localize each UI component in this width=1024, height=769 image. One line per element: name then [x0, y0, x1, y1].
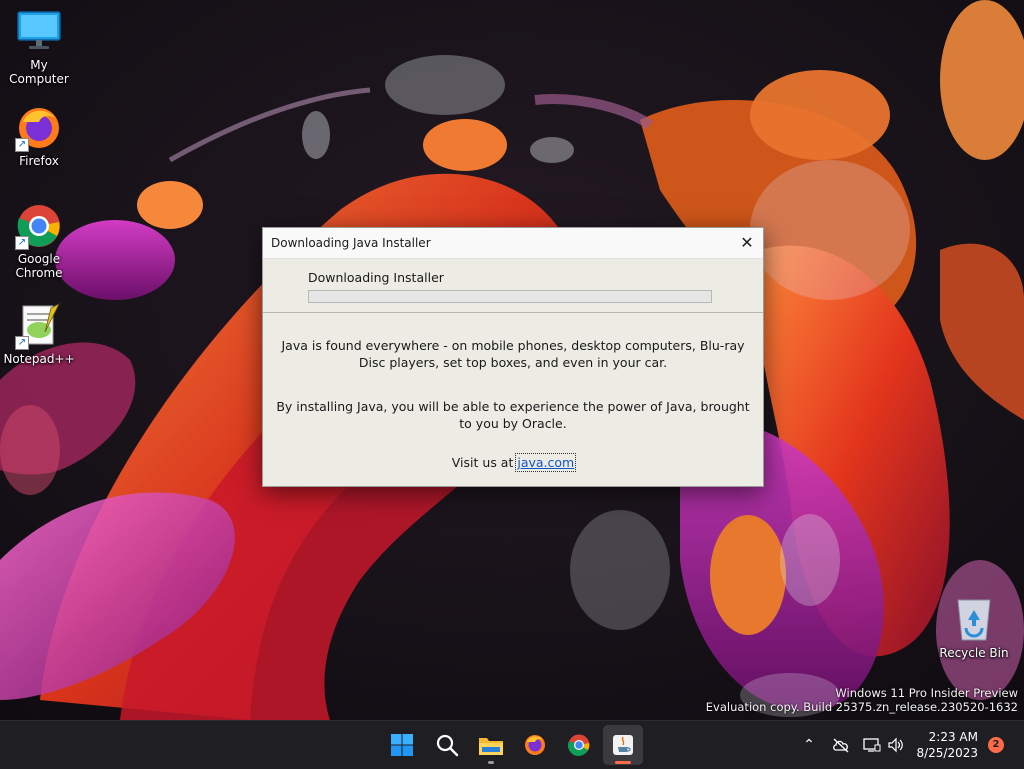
watermark-build: Evaluation copy. Build 25375.zn_release.… [705, 700, 1018, 714]
desktop-icon-recycle-bin[interactable]: Recycle Bin [935, 596, 1013, 660]
desktop-icon-google-chrome[interactable]: ↗ Google Chrome [0, 202, 78, 280]
notification-badge[interactable]: 2 [988, 737, 1004, 753]
visit-us-line: Visit us at java.com [263, 453, 763, 472]
desktop-icon-my-computer[interactable]: My Computer [0, 8, 78, 86]
firefox-icon [525, 735, 545, 755]
taskbar: ⌃ 2:23 AM 8/25/2023 2 [0, 720, 1024, 769]
cloud-offline-icon [833, 738, 849, 753]
notepad-plus-plus-icon: ↗ [15, 302, 63, 350]
chrome-icon: ↗ [15, 202, 63, 250]
java-com-link[interactable]: java.com [515, 453, 577, 472]
folder-icon [479, 738, 503, 755]
desktop-icon-label: Firefox [19, 154, 59, 168]
desktop-icon-label: Recycle Bin [939, 646, 1009, 660]
java-info-paragraph: Java is found everywhere - on mobile pho… [281, 338, 745, 370]
taskbar-firefox-button[interactable] [515, 725, 555, 765]
taskbar-clock[interactable]: 2:23 AM 8/25/2023 [916, 729, 978, 761]
watermark-edition: Windows 11 Pro Insider Preview [835, 686, 1018, 700]
volume-icon [888, 737, 903, 753]
monitor-icon [15, 8, 63, 56]
windows-build-watermark: Windows 11 Pro Insider Preview Evaluatio… [706, 686, 1018, 714]
clock-time: 2:23 AM [928, 730, 978, 744]
desktop-icon-label: My Computer [9, 58, 69, 86]
desktop-icon-firefox[interactable]: ↗ Firefox [0, 104, 78, 168]
active-indicator [615, 761, 631, 764]
firefox-icon: ↗ [15, 104, 63, 152]
oracle-info-paragraph: By installing Java, you will be able to … [276, 399, 750, 431]
windows-start-icon [391, 734, 413, 756]
clock-date: 8/25/2023 [916, 746, 978, 760]
close-icon[interactable]: ✕ [731, 228, 763, 258]
recycle-bin-icon [950, 596, 998, 644]
shortcut-arrow-icon: ↗ [15, 336, 29, 350]
java-installer-dialog: Downloading Java Installer ✕ Downloading… [262, 227, 764, 487]
java-icon [613, 735, 633, 755]
shortcut-arrow-icon: ↗ [15, 236, 29, 250]
tray-display-network-button[interactable] [860, 721, 884, 769]
taskbar-search-button[interactable] [427, 725, 467, 765]
desktop-icon-notepad-plus-plus[interactable]: ↗ Notepad++ [0, 302, 78, 366]
dialog-titlebar[interactable]: Downloading Java Installer ✕ [263, 228, 763, 259]
tray-network-button[interactable] [828, 721, 854, 769]
search-icon [436, 734, 459, 757]
network-display-icon [863, 738, 881, 752]
download-status-label: Downloading Installer [308, 270, 444, 285]
taskbar-chrome-button[interactable] [559, 725, 599, 765]
tray-volume-button[interactable] [884, 721, 908, 769]
visit-us-label: Visit us at [451, 455, 518, 470]
dialog-separator [263, 312, 763, 313]
taskbar-java-button[interactable] [603, 725, 643, 765]
taskbar-file-explorer-button[interactable] [471, 725, 511, 765]
chevron-up-icon: ⌃ [803, 737, 815, 753]
shortcut-arrow-icon: ↗ [15, 138, 29, 152]
chrome-icon [567, 734, 590, 757]
dialog-title: Downloading Java Installer [271, 236, 431, 250]
taskbar-start-button[interactable] [382, 725, 422, 765]
tray-overflow-button[interactable]: ⌃ [798, 721, 820, 769]
running-indicator [488, 761, 494, 764]
desktop-icon-label: Google Chrome [15, 252, 63, 280]
download-progress-bar [308, 290, 712, 303]
desktop-icon-label: Notepad++ [3, 352, 75, 366]
